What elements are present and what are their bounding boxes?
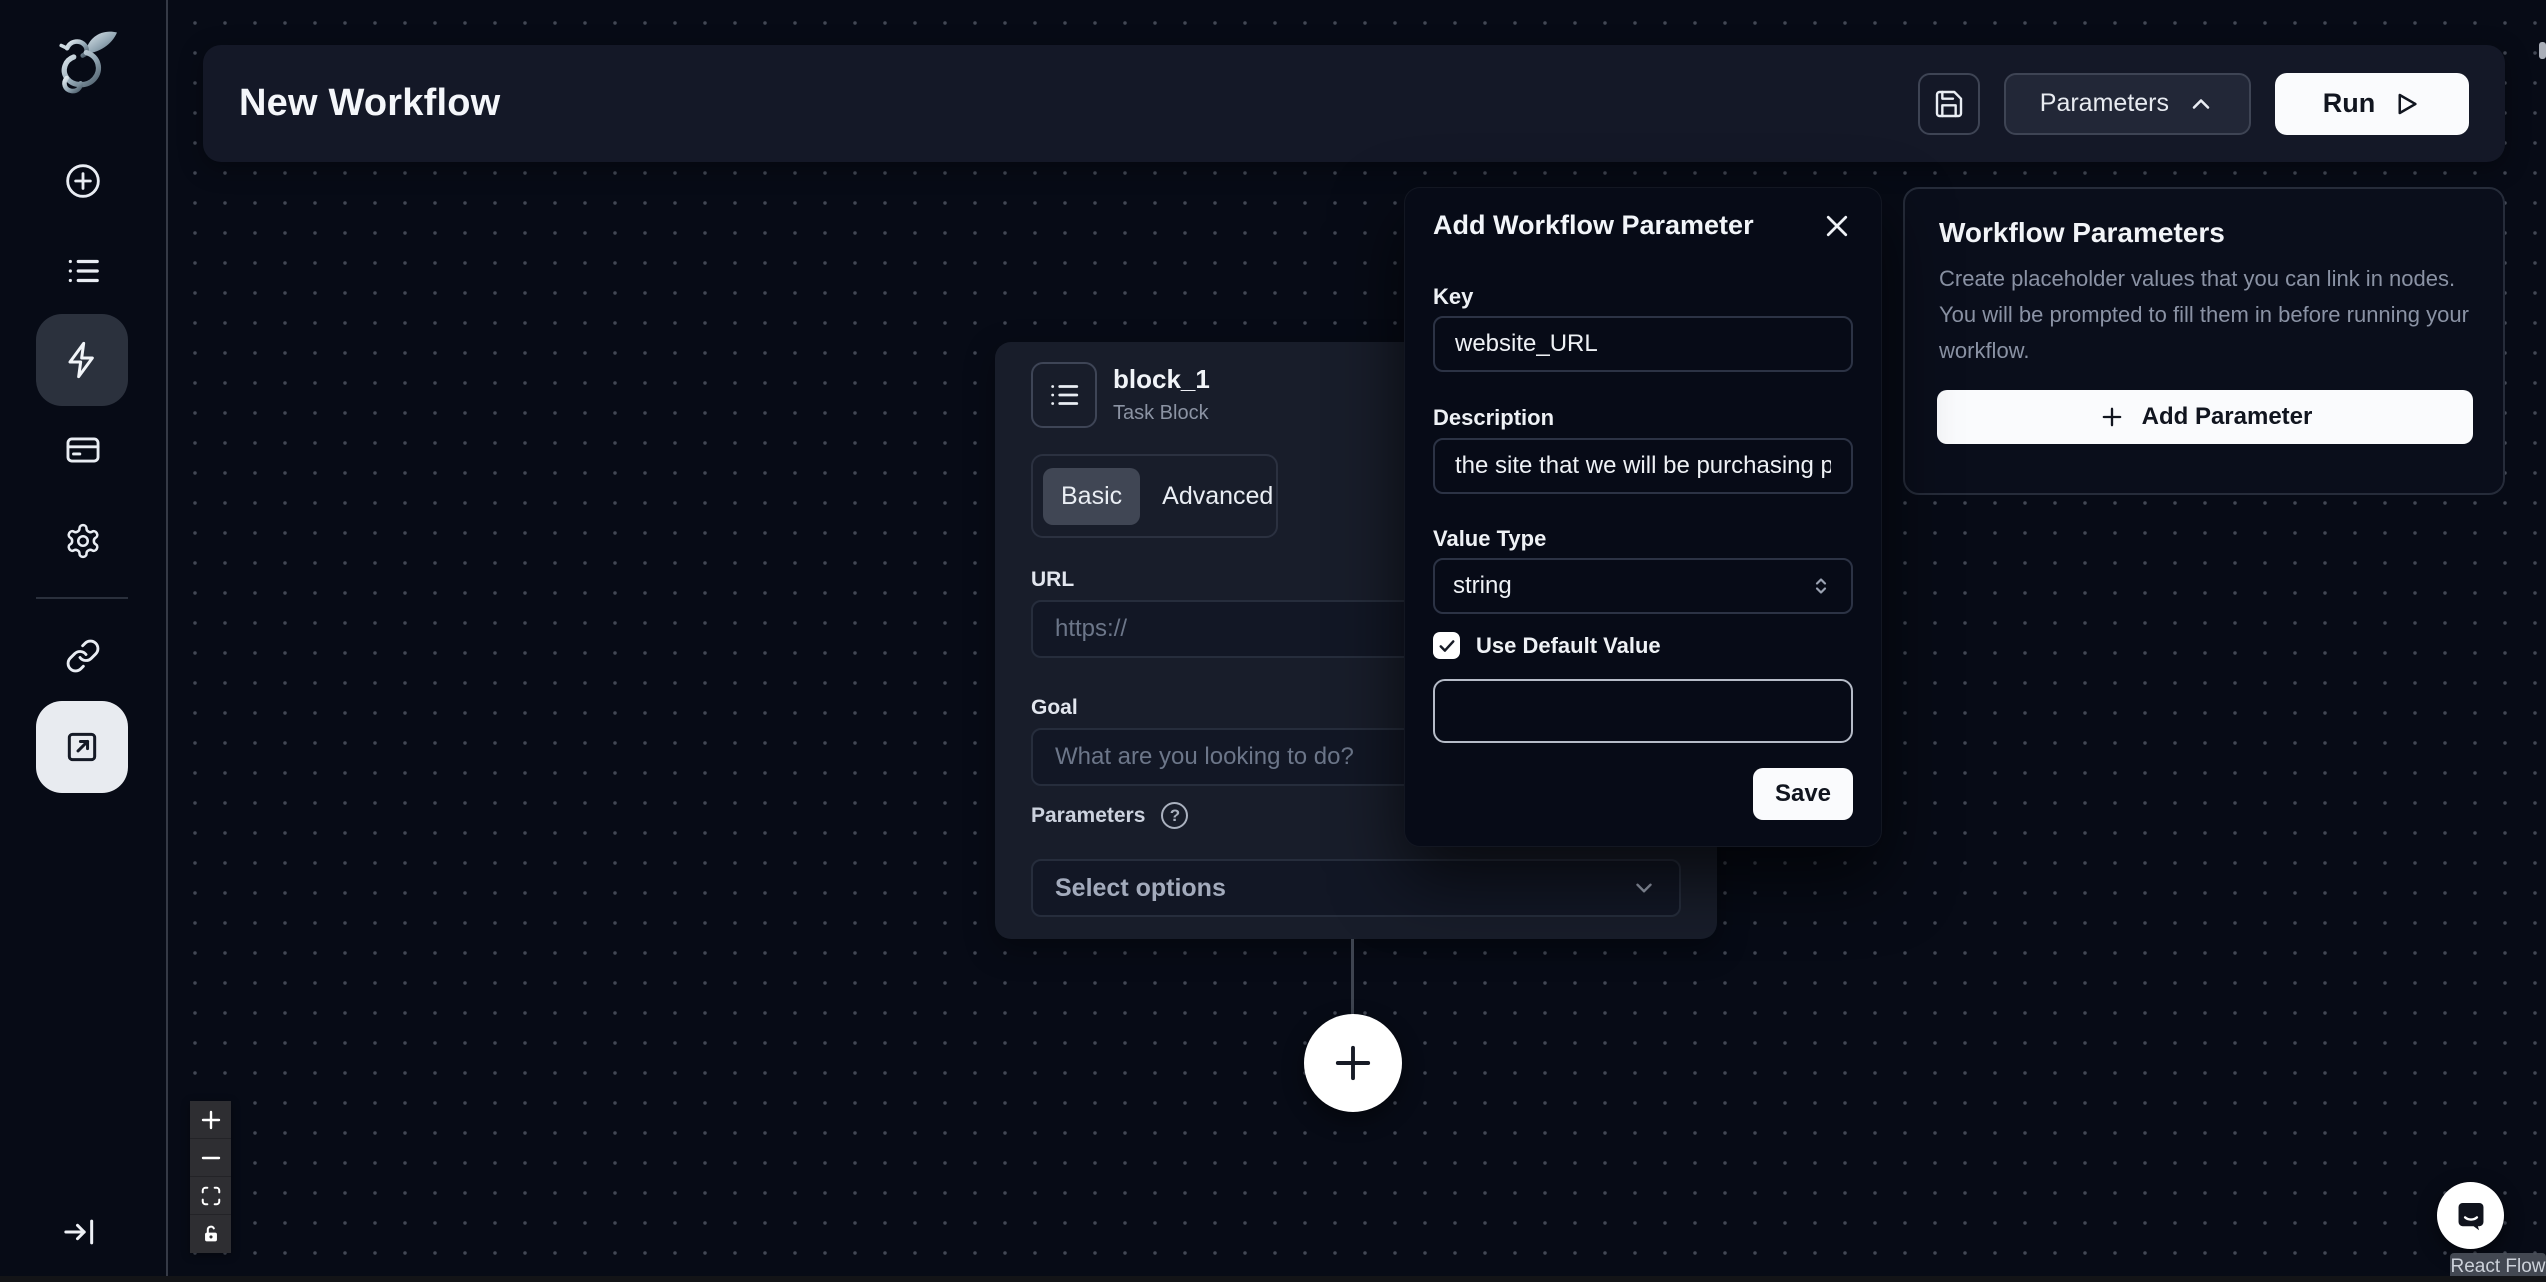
parameters-select[interactable]: Select options [1031, 859, 1681, 917]
parameters-label: Parameters [1031, 804, 1145, 828]
square-arrow-up-right-icon [63, 728, 101, 766]
panel-title: Workflow Parameters [1939, 217, 2225, 249]
arrow-right-to-line-icon [60, 1212, 100, 1252]
plus-icon [199, 1108, 223, 1132]
lock-icon [200, 1223, 222, 1245]
save-button-label: Save [1775, 780, 1831, 808]
block-name: block_1 [1113, 364, 1210, 395]
value-type-label: Value Type [1433, 526, 1546, 552]
sidebar-item-tasks[interactable] [57, 245, 109, 297]
block-icon-tile [1031, 362, 1097, 428]
minus-icon [199, 1146, 223, 1170]
run-workflow-button[interactable]: Run [2275, 73, 2469, 135]
sidebar [0, 0, 168, 1282]
value-type-select[interactable]: string [1433, 558, 1853, 614]
key-label: Key [1433, 284, 1473, 310]
plus-icon [2098, 403, 2126, 431]
list-icon [64, 252, 102, 290]
skyvern-logo[interactable] [38, 20, 126, 108]
window-edge-strip [0, 1276, 2546, 1282]
use-default-checkbox[interactable] [1433, 632, 1460, 659]
add-parameter-label: Add Parameter [2142, 403, 2313, 431]
chevron-down-icon [1631, 875, 1657, 901]
run-button-label: Run [2323, 88, 2375, 119]
attribution-label: React Flow [2450, 1256, 2545, 1278]
canvas-controls [190, 1101, 231, 1253]
zoom-in-button[interactable] [190, 1101, 231, 1139]
chat-bubble-icon [2452, 1197, 2490, 1235]
tab-advanced[interactable]: Advanced [1144, 468, 1291, 525]
node-connector-edge [1351, 939, 1354, 1016]
sidebar-item-link[interactable] [57, 630, 109, 682]
parameters-toggle-button[interactable]: Parameters [2004, 73, 2251, 135]
default-value-textarea[interactable] [1433, 679, 1853, 743]
app-window: New Workflow Parameters Run [0, 0, 2546, 1282]
modal-title: Add Workflow Parameter [1433, 210, 1754, 241]
circle-plus-icon [63, 161, 103, 201]
value-type-value: string [1453, 572, 1512, 600]
save-workflow-button[interactable] [1918, 73, 1980, 135]
url-label: URL [1031, 568, 1074, 592]
tab-basic[interactable]: Basic [1043, 468, 1140, 525]
add-parameter-button[interactable]: Add Parameter [1937, 390, 2473, 444]
use-default-label: Use Default Value [1476, 633, 1661, 659]
sidebar-item-workflows[interactable] [36, 314, 128, 406]
list-icon [1047, 378, 1081, 412]
block-type-label: Task Block [1113, 402, 1209, 425]
sidebar-item-billing[interactable] [57, 424, 109, 476]
add-parameter-modal: Add Workflow Parameter Key Description V… [1404, 187, 1882, 847]
gear-icon [64, 522, 102, 560]
sidebar-item-settings[interactable] [57, 515, 109, 567]
goal-label: Goal [1031, 696, 1078, 720]
sidebar-collapse-button[interactable] [52, 1206, 108, 1258]
block-tabs: Basic Advanced [1031, 454, 1278, 538]
fit-view-brackets-icon [200, 1185, 222, 1207]
play-icon [2391, 89, 2421, 119]
parameters-select-placeholder: Select options [1055, 874, 1226, 903]
chain-link-icon [65, 638, 101, 674]
chevrons-up-down-icon [1809, 574, 1833, 598]
scrollbar-thumb[interactable] [2539, 42, 2546, 59]
floppy-disk-icon [1933, 88, 1965, 120]
chevron-up-icon [2187, 90, 2215, 118]
sidebar-item-create[interactable] [57, 155, 109, 207]
description-label: Description [1433, 405, 1554, 431]
dragon-logo-icon [40, 22, 124, 106]
lightning-bolt-icon [62, 340, 102, 380]
sidebar-divider [36, 597, 128, 599]
add-node-button[interactable] [1304, 1014, 1402, 1112]
fit-view-button[interactable] [190, 1177, 231, 1215]
check-icon [1437, 636, 1457, 656]
lock-button[interactable] [190, 1215, 231, 1253]
x-icon [1822, 211, 1852, 241]
zoom-out-button[interactable] [190, 1139, 231, 1177]
plus-icon [1327, 1037, 1379, 1089]
key-input[interactable] [1433, 316, 1853, 372]
credit-card-icon [64, 431, 102, 469]
question-circle-icon[interactable]: ? [1161, 802, 1188, 829]
sidebar-item-external[interactable] [36, 701, 128, 793]
save-button[interactable]: Save [1753, 768, 1853, 820]
description-input[interactable] [1433, 438, 1853, 494]
workflow-parameters-panel: Workflow Parameters Create placeholder v… [1903, 187, 2505, 495]
modal-close-button[interactable] [1819, 208, 1855, 244]
chat-launcher-button[interactable] [2437, 1182, 2504, 1249]
page-title: New Workflow [239, 82, 500, 125]
panel-description: Create placeholder values that you can l… [1939, 261, 2484, 369]
parameters-button-label: Parameters [2040, 89, 2169, 118]
workflow-header: New Workflow Parameters Run [203, 45, 2505, 162]
